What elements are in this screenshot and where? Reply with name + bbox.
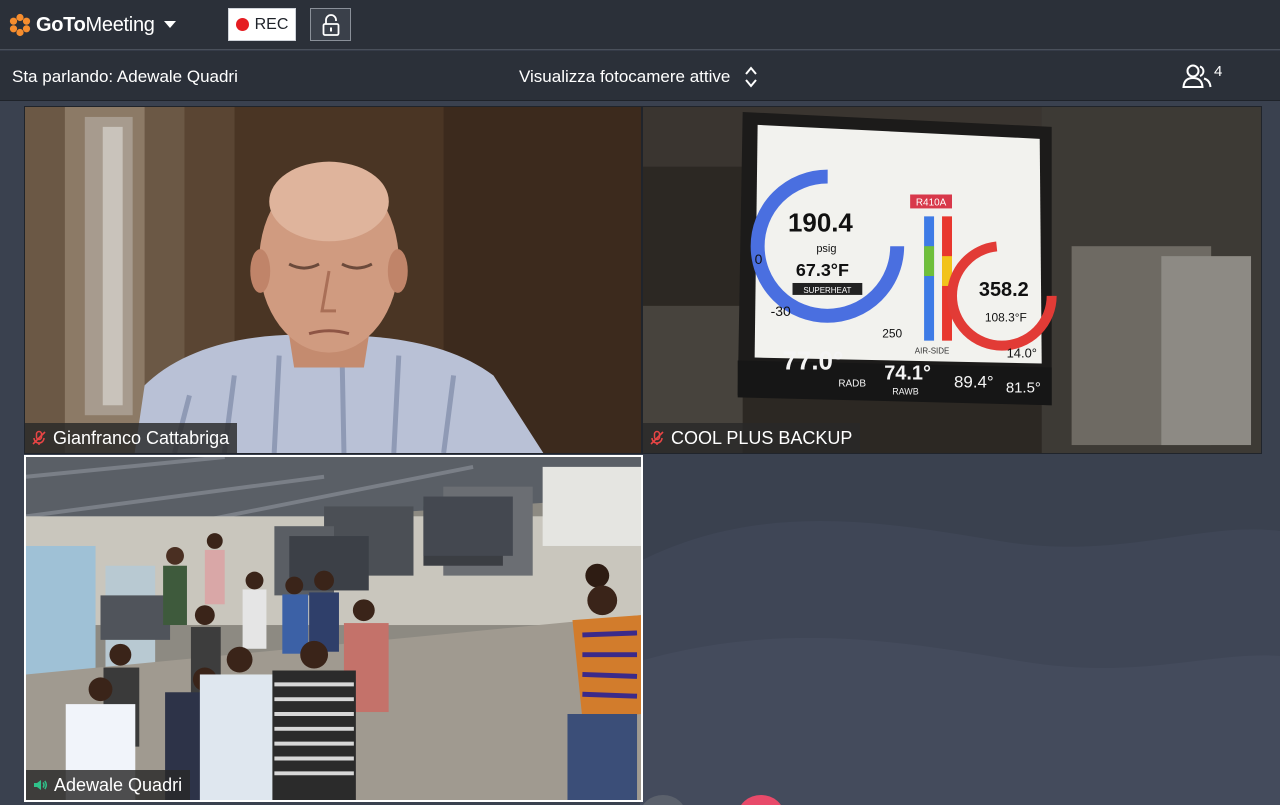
participants-icon — [1182, 64, 1212, 88]
brand-goto: GoTo — [36, 13, 86, 36]
gauge-pressure-left: 190.4 — [788, 209, 853, 237]
top-bar: GoTo Meeting REC — [0, 0, 1280, 50]
mic-muted-icon — [32, 430, 46, 445]
gauge-rawb: 74.1° — [884, 362, 931, 384]
gauge-value-3: 89.4° — [954, 372, 994, 391]
gauge-radb: 77.0° — [783, 348, 844, 376]
record-button[interactable]: REC — [228, 8, 296, 41]
gauge-temp-right: 108.3°F — [985, 311, 1027, 325]
gauge-pressure-right: 358.2 — [979, 279, 1029, 301]
gauge-superheat-label: SUPERHEAT — [803, 286, 851, 295]
chevron-down-icon — [163, 21, 176, 28]
participant-name-tag: COOL PLUS BACKUP — [643, 423, 861, 453]
participant-name-tag: Adewale Quadri — [26, 770, 191, 800]
video-tile-adewale[interactable]: Adewale Quadri — [24, 455, 643, 802]
meeting-lock-button[interactable] — [310, 8, 351, 41]
app-menu-logo[interactable]: GoTo Meeting — [8, 11, 177, 39]
gauge-refrigerant: R410A — [916, 197, 947, 208]
participant-video-feed: 190.4 psig 67.3°F SUPERHEAT 0 -30 250 R4… — [643, 107, 1261, 453]
gauge-air-side-value: 14.0° — [1007, 346, 1037, 361]
mic-muted-icon — [650, 430, 664, 445]
gauge-pressure-unit: psig — [816, 243, 836, 255]
gauge-air-side-label: AIR-SIDE — [915, 347, 950, 356]
active-speaker-label: Sta parlando: Adewale Quadri — [12, 67, 238, 86]
camera-view-label: Visualizza fotocamere attive — [519, 67, 731, 86]
info-bar: Sta parlando: Adewale Quadri Visualizza … — [0, 51, 1280, 101]
participant-name: Adewale Quadri — [54, 774, 183, 795]
participant-video-feed — [25, 107, 641, 453]
record-label: REC — [254, 15, 289, 33]
record-dot-icon — [235, 18, 249, 31]
video-tile-cool-plus-backup[interactable]: 190.4 psig 67.3°F SUPERHEAT 0 -30 250 R4… — [642, 106, 1262, 454]
video-stage: Gianfranco Cattabriga 190.4 psig 67.3°F … — [0, 101, 1280, 805]
gauge-rawb-label: RAWB — [892, 386, 919, 396]
gauge-scale-neg: -30 — [771, 303, 791, 319]
participant-name: Gianfranco Cattabriga — [53, 427, 230, 448]
unlock-icon — [322, 13, 339, 36]
participant-name-tag: Gianfranco Cattabriga — [25, 423, 238, 453]
gauge-radb-label: RADB — [838, 378, 866, 389]
speaker-audio-icon — [34, 780, 48, 790]
brand-meeting: Meeting — [85, 13, 155, 36]
participants-count: 4 — [1214, 63, 1223, 80]
participant-name: COOL PLUS BACKUP — [671, 427, 853, 448]
gauge-scale-zero: 0 — [755, 251, 763, 267]
participants-button[interactable]: 4 — [1182, 63, 1222, 91]
gauge-temp-left: 67.3°F — [796, 260, 849, 280]
chevron-up-down-icon — [745, 66, 758, 88]
gotomeeting-logo-icon — [9, 13, 31, 37]
gauge-value-4: 81.5° — [1006, 379, 1041, 396]
participant-video-feed — [26, 457, 641, 800]
gauge-scale-max: 250 — [882, 327, 902, 341]
camera-view-selector[interactable]: Visualizza fotocamere attive — [519, 64, 758, 90]
video-tile-gianfranco[interactable]: Gianfranco Cattabriga — [24, 106, 642, 454]
